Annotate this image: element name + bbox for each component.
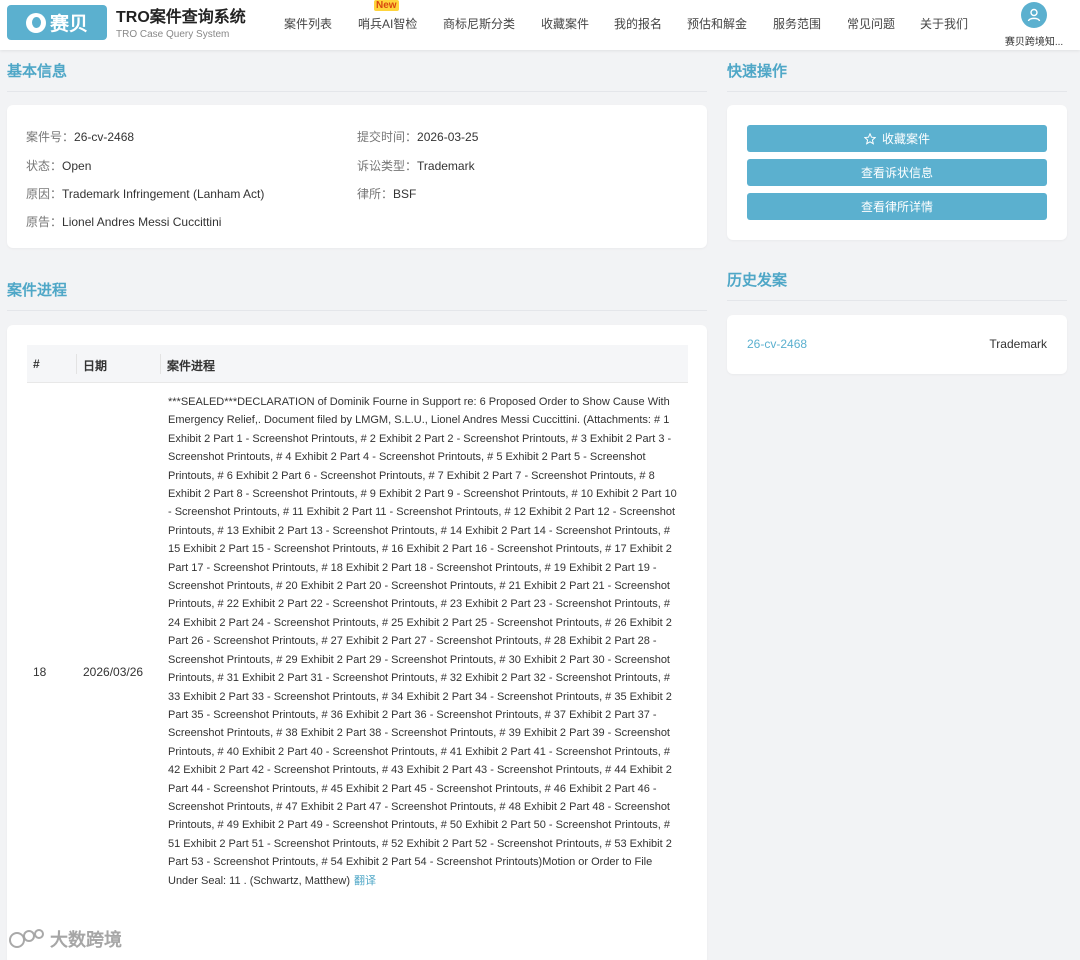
submit-time-value: 2026-03-25 [417,130,479,144]
view-law-firm-button[interactable]: 查看律所详情 [747,193,1047,220]
nav-faq[interactable]: 常见问题 [847,15,895,32]
watermark-logo-icon [9,929,44,948]
submit-time-row: 提交时间：2026-03-25 [357,128,478,145]
history-case-type: Trademark [989,337,1047,351]
nav-about[interactable]: 关于我们 [920,15,968,32]
nav-my-registration[interactable]: 我的报名 [614,15,662,32]
law-firm-value: BSF [393,187,417,201]
watermark: 大数跨境 [8,926,122,952]
history-card: 26-cv-2468 Trademark [727,315,1067,374]
nav-ai-check[interactable]: New 哨兵AI智检 [358,0,418,32]
lawsuit-type-row: 诉讼类型：Trademark [357,157,475,174]
table-header: # 日期 案件进程 [27,345,688,383]
watermark-text: 大数跨境 [50,930,122,950]
status-label: 状态： [26,159,63,173]
basic-info-card: 案件号：26-cv-2468 提交时间：2026-03-25 状态：Open 诉… [7,105,707,248]
new-badge: New [374,0,399,11]
column-separator [160,354,161,374]
column-separator [76,354,77,374]
lawsuit-type-value: Trademark [417,159,475,173]
row-progress-text: ***SEALED***DECLARATION of Dominik Fourn… [168,393,683,890]
status-value: Open [62,159,92,173]
nav-case-list[interactable]: 案件列表 [284,15,332,32]
site-subtitle: TRO Case Query System [116,29,230,40]
top-header: 赛贝 TRO案件查询系统 TRO Case Query System 案件列表 … [0,0,1080,50]
divider [7,310,707,311]
law-firm-label: 律所： [357,187,394,201]
favorite-case-label: 收藏案件 [881,132,930,146]
star-icon [863,132,876,145]
quick-actions-title: 快速操作 [727,63,788,80]
nav-ai-check-label: 哨兵AI智检 [358,17,418,31]
nav-services[interactable]: 服务范围 [773,15,821,32]
history-case-link[interactable]: 26-cv-2468 [747,337,807,351]
site-title: TRO案件查询系统 [116,9,246,26]
progress-card: # 日期 案件进程 18 2026/03/26 ***SEALED***DECL… [7,325,707,960]
column-header-progress: 案件进程 [167,359,216,373]
avatar[interactable] [1021,2,1047,28]
row-index: 18 [33,665,47,679]
favorite-case-button[interactable]: 收藏案件 [747,125,1047,152]
divider [727,91,1067,92]
progress-title: 案件进程 [7,282,68,299]
logo[interactable]: 赛贝 [7,5,107,40]
view-complaint-button[interactable]: 查看诉状信息 [747,159,1047,186]
logo-icon [25,12,46,33]
plaintiff-value: Lionel Andres Messi Cuccittini [62,215,222,229]
nav-nice-classes[interactable]: 商标尼斯分类 [443,15,515,32]
user-icon [1027,8,1041,22]
history-title: 历史发案 [727,272,788,289]
logo-text: 赛贝 [49,14,88,35]
status-row: 状态：Open [26,157,91,174]
submit-time-label: 提交时间： [357,130,418,144]
divider [7,91,707,92]
docket-entry-text: ***SEALED***DECLARATION of Dominik Fourn… [168,396,677,887]
plaintiff-row: 原告：Lionel Andres Messi Cuccittini [26,213,221,230]
plaintiff-label: 原告： [26,215,63,229]
nav-favorites[interactable]: 收藏案件 [541,15,589,32]
basic-info-title: 基本信息 [7,63,68,80]
user-menu[interactable]: 赛贝跨境知... [998,2,1070,48]
cause-row: 原因：Trademark Infringement (Lanham Act) [26,185,264,202]
quick-actions-card: 收藏案件 查看诉状信息 查看律所详情 [727,105,1067,240]
cause-label: 原因： [26,187,63,201]
divider [727,300,1067,301]
translate-link[interactable]: 翻译 [354,875,376,887]
nav-settlement-estimate[interactable]: 预估和解金 [687,15,747,32]
row-date: 2026/03/26 [83,665,144,679]
case-number-value: 26-cv-2468 [74,130,135,144]
cause-value: Trademark Infringement (Lanham Act) [62,187,265,201]
column-header-index: # [33,357,40,371]
case-number-row: 案件号：26-cv-2468 [26,128,134,145]
lawsuit-type-label: 诉讼类型： [357,159,418,173]
column-header-date: 日期 [83,359,108,373]
law-firm-row: 律所：BSF [357,185,416,202]
case-number-label: 案件号： [26,130,75,144]
brand: TRO案件查询系统 TRO Case Query System [116,8,246,41]
user-name: 赛贝跨境知... [1004,37,1064,48]
